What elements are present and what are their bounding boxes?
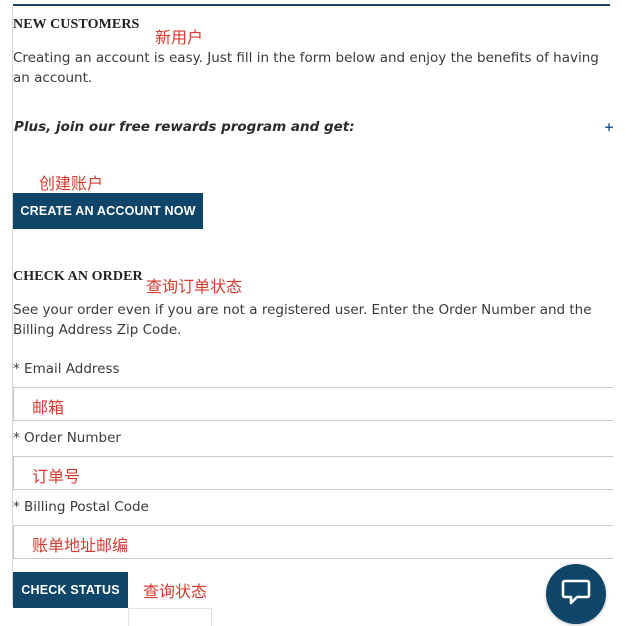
order-number-hint: 订单号 [32,467,81,486]
expand-rewards-icon[interactable]: + [604,120,614,134]
chat-bubble-icon [561,578,591,610]
check-order-heading: CHECK AN ORDER [13,269,143,284]
check-order-note: 查询订单状态 [146,277,243,296]
email-field[interactable]: 邮箱 [13,387,613,421]
check-status-note: 查询状态 [143,582,208,601]
create-account-note: 创建账户 [39,174,104,193]
top-divider [13,4,610,6]
email-label: * Email Address [13,361,120,377]
order-number-field[interactable]: 订单号 [13,456,613,490]
check-order-description: See your order even if you are not a reg… [13,302,592,338]
new-customers-note: 新用户 [155,28,204,47]
billing-postal-field[interactable]: 账单地址邮编 [13,525,613,559]
new-customers-heading: NEW CUSTOMERS [13,17,140,32]
footer-strip [128,608,212,626]
email-hint: 邮箱 [32,398,65,417]
chat-button[interactable] [546,564,606,624]
billing-postal-hint: 账单地址邮编 [32,536,129,555]
check-status-button[interactable]: CHECK STATUS [13,572,128,608]
order-number-label: * Order Number [13,430,121,446]
create-account-button[interactable]: CREATE AN ACCOUNT NOW [13,193,203,229]
billing-postal-label: * Billing Postal Code [13,499,149,515]
rewards-promo: Plus, join our free rewards program and … [14,119,355,135]
new-customers-description: Creating an account is easy. Just fill i… [13,50,599,86]
